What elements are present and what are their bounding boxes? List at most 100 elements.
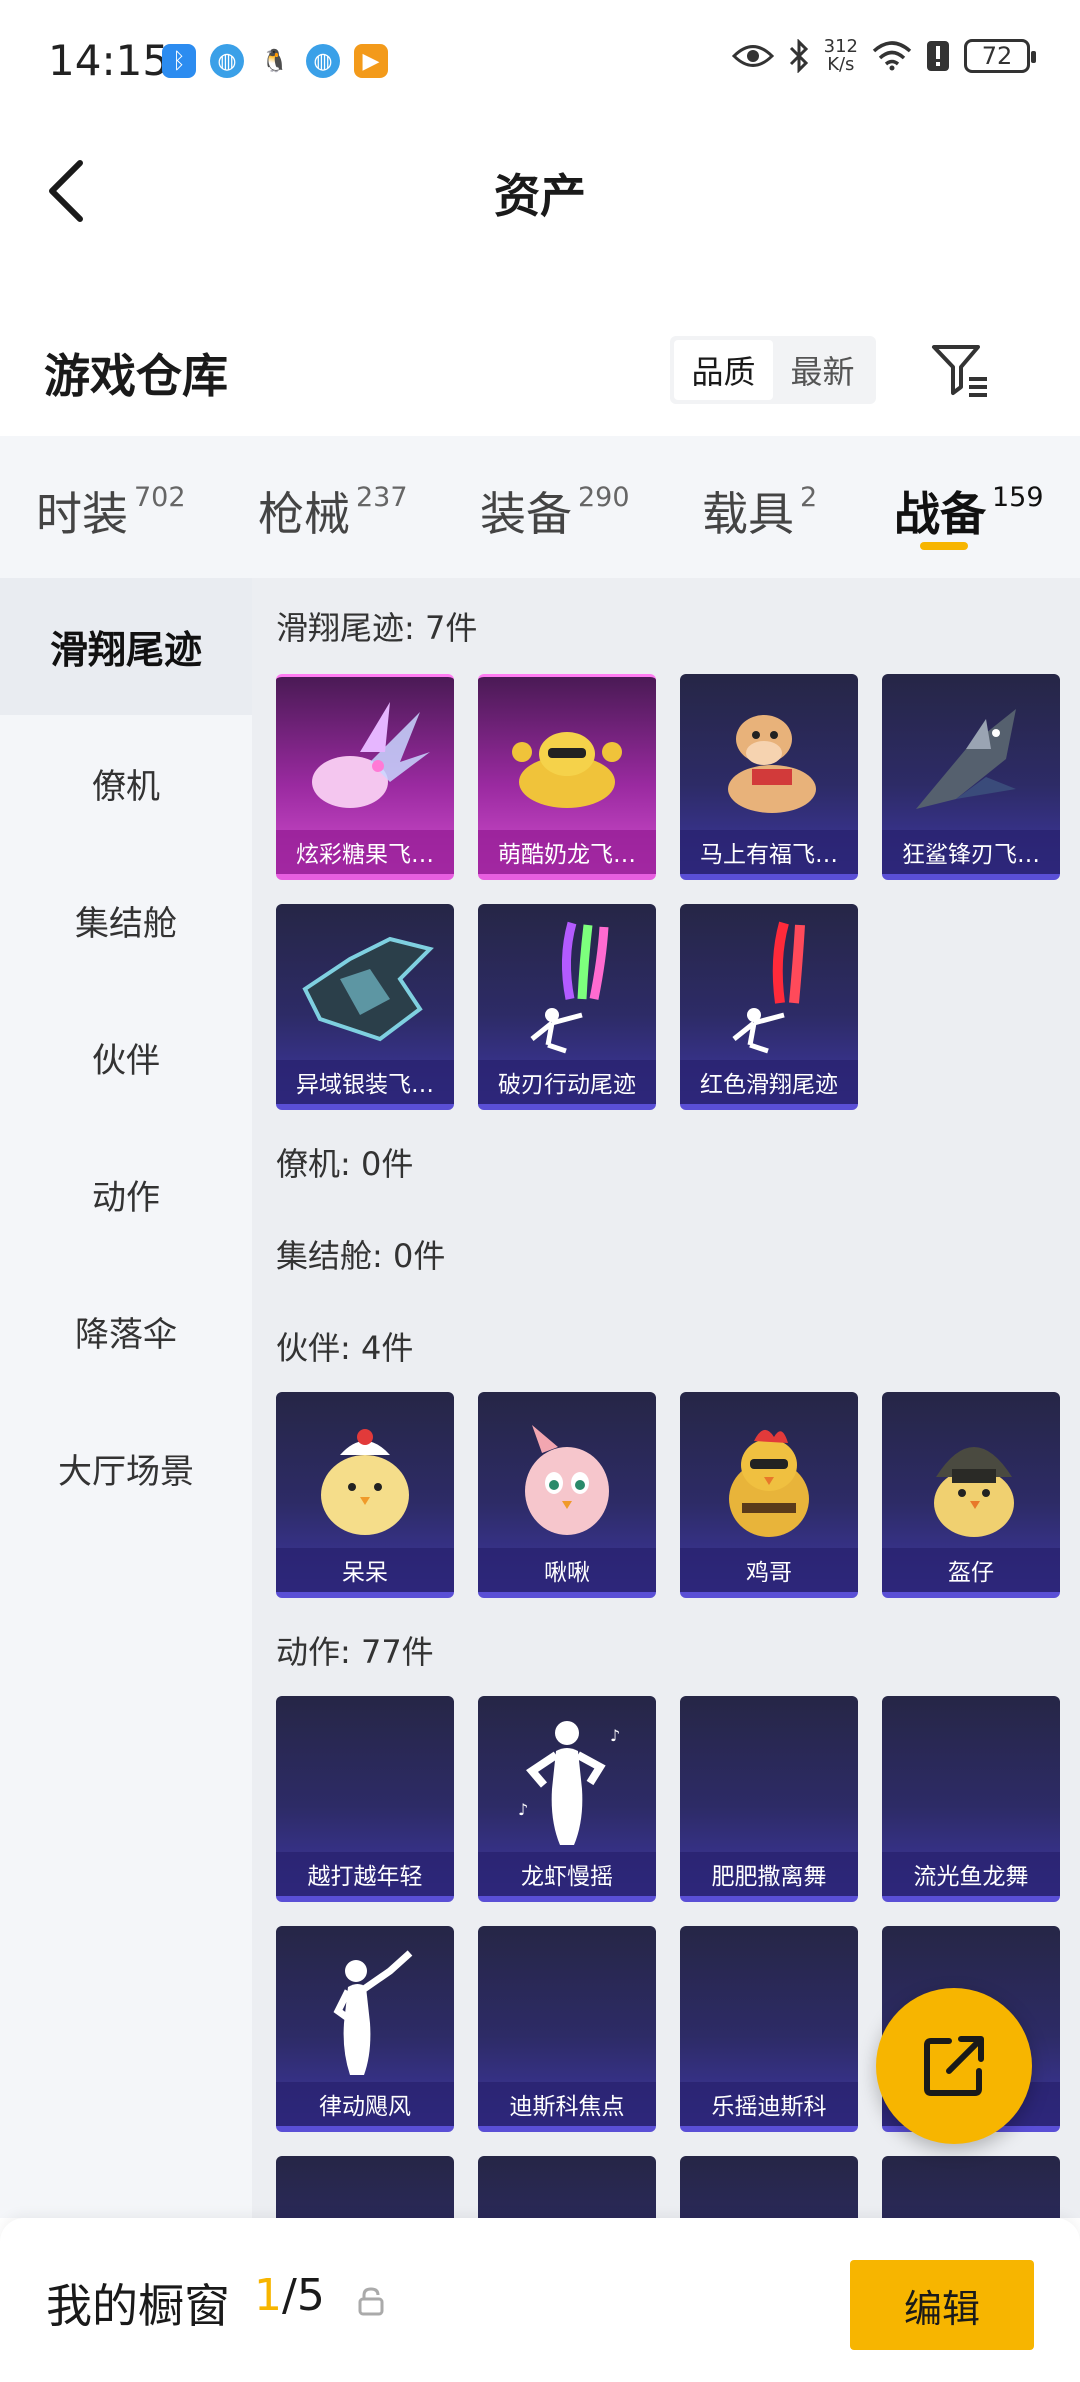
group-title: 滑翔尾迹: 7件 — [276, 609, 478, 647]
item-card[interactable]: 啾啾 — [478, 1392, 656, 1598]
emote-thumbnail — [680, 2166, 858, 2218]
tab-count: 290 — [578, 482, 630, 513]
showcase-title: 我的橱窗 — [46, 2279, 230, 2333]
tab-fashion[interactable]: 时装 702 — [36, 436, 258, 578]
sidebar-item-emote[interactable]: 动作 — [0, 1126, 252, 1263]
filter-button[interactable] — [926, 336, 996, 406]
tab-equipment[interactable]: 装备 290 — [480, 436, 702, 578]
item-card[interactable]: 呆呆 — [276, 1392, 454, 1598]
red-trail-icon — [680, 914, 858, 1064]
bluetooth-app-icon: ᛒ — [162, 44, 196, 78]
video-app-icon: ▶ — [354, 44, 388, 78]
item-card[interactable]: 红色滑翔尾迹 — [680, 904, 858, 1110]
emote-thumbnail — [882, 2166, 1060, 2218]
item-card[interactable] — [478, 2156, 656, 2218]
item-name: 呆呆 — [276, 1548, 454, 1592]
item-card[interactable] — [680, 2156, 858, 2218]
tab-label: 装备 — [480, 487, 572, 541]
tab-label: 战备 — [894, 487, 986, 541]
filter-icon — [932, 345, 987, 397]
item-name: 狂鲨锋刃飞… — [882, 830, 1060, 874]
item-card[interactable]: 流光鱼龙舞 — [882, 1696, 1060, 1902]
emote-thumbnail — [478, 2166, 656, 2218]
tab-count: 702 — [134, 482, 186, 513]
alert-icon — [927, 41, 949, 71]
item-card[interactable]: 鸡哥 — [680, 1392, 858, 1598]
edit-button[interactable]: 编辑 — [850, 2260, 1034, 2350]
active-tab-indicator — [920, 542, 968, 550]
item-name: 越打越年轻 — [276, 1852, 454, 1896]
emote-thumbnail — [276, 1706, 454, 1856]
external-link-icon — [924, 2036, 984, 2096]
browser-icon: ◍ — [306, 44, 340, 78]
category-sidebar: 滑翔尾迹 僚机 集结舱 伙伴 动作 降落伞 大厅场景 — [0, 578, 252, 2218]
item-card[interactable]: 律动飓风 — [276, 1926, 454, 2132]
item-card[interactable]: 萌酷奶龙飞… — [478, 674, 656, 880]
qq-penguin-icon: 🐧 — [258, 44, 292, 78]
item-card[interactable]: 马上有福飞… — [680, 674, 858, 880]
item-grid: 炫彩糖果飞… 萌酷奶龙飞… 马上有福飞… 狂鲨锋刃飞… 异域银装飞… 破刃行动尾… — [276, 674, 1080, 1110]
tab-label: 枪械 — [258, 487, 350, 541]
item-name: 流光鱼龙舞 — [882, 1852, 1060, 1896]
sort-newest-button[interactable]: 最新 — [773, 340, 872, 400]
tab-weapons[interactable]: 枪械 237 — [258, 436, 480, 578]
item-card[interactable]: 炫彩糖果飞… — [276, 674, 454, 880]
sidebar-item-glide-trail[interactable]: 滑翔尾迹 — [0, 578, 252, 715]
item-card[interactable]: 乐摇迪斯科 — [680, 1926, 858, 2132]
item-name: 肥肥撒离舞 — [680, 1852, 858, 1896]
sidebar-item-lobby-scene[interactable]: 大厅场景 — [0, 1400, 252, 1537]
item-name: 鸡哥 — [680, 1548, 858, 1592]
tab-label: 时装 — [36, 487, 128, 541]
share-fab-button[interactable] — [876, 1988, 1032, 2144]
item-card[interactable]: 盔仔 — [882, 1392, 1060, 1598]
svg-text:♪: ♪ — [610, 1726, 620, 1745]
sort-toggle: 品质 最新 — [670, 336, 876, 404]
battery-icon: 72 — [964, 39, 1036, 73]
sidebar-item-parachute[interactable]: 降落伞 — [0, 1263, 252, 1400]
item-card[interactable]: 肥肥撒离舞 — [680, 1696, 858, 1902]
item-card[interactable] — [882, 2156, 1060, 2218]
emote-thumbnail — [680, 1706, 858, 1856]
bird-companion-icon — [478, 1402, 656, 1552]
item-card[interactable]: 迪斯科焦点 — [478, 1926, 656, 2132]
emote-thumbnail — [276, 2166, 454, 2218]
wifi-icon — [872, 41, 912, 71]
tab-label: 载具 — [702, 487, 794, 541]
category-tabs: 时装 702 枪械 237 装备 290 载具 2 战备 159 — [0, 436, 1080, 578]
sidebar-item-companion[interactable]: 伙伴 — [0, 989, 252, 1126]
item-card[interactable]: 越打越年轻 — [276, 1696, 454, 1902]
blade-trail-icon — [478, 914, 656, 1064]
status-time: 14:15 — [48, 36, 170, 85]
showcase-bar: 我的橱窗 1/5 编辑 — [0, 2218, 1080, 2382]
item-name: 红色滑翔尾迹 — [680, 1060, 858, 1104]
emote-thumbnail — [882, 1706, 1060, 1856]
tab-battle-gear[interactable]: 战备 159 — [894, 436, 1054, 578]
dancer-emote-icon: ♪ ♪ — [478, 1706, 656, 1856]
item-card[interactable]: 破刃行动尾迹 — [478, 904, 656, 1110]
item-card[interactable]: 狂鲨锋刃飞… — [882, 674, 1060, 880]
sidebar-item-rally-pod[interactable]: 集结舱 — [0, 852, 252, 989]
item-name: 律动飓风 — [276, 2082, 454, 2126]
pointing-dancer-emote-icon — [276, 1936, 454, 2086]
emote-thumbnail — [680, 1936, 858, 2086]
silver-glider-icon — [276, 914, 454, 1064]
bluetooth-icon — [789, 39, 808, 73]
sort-quality-button[interactable]: 品质 — [674, 340, 773, 400]
item-card[interactable]: 异域银装飞… — [276, 904, 454, 1110]
status-bar: 14:15 ᛒ ◍ 🐧 ◍ ▶ 312 K/s 72 — [0, 0, 1080, 120]
item-card[interactable] — [276, 2156, 454, 2218]
tab-count: 237 — [356, 482, 408, 513]
emote-thumbnail — [478, 1936, 656, 2086]
group-title: 集结舱: 0件 — [276, 1237, 446, 1275]
group-title: 伙伴: 4件 — [276, 1329, 414, 1367]
dragon-glider-icon — [478, 687, 656, 837]
item-name: 盔仔 — [882, 1548, 1060, 1592]
net-speed: 312 K/s — [823, 36, 858, 75]
group-title: 僚机: 0件 — [276, 1145, 414, 1183]
showcase-count: 1/5 — [254, 2270, 325, 2321]
rooster-companion-icon — [680, 1402, 858, 1552]
item-card[interactable]: ♪ ♪ 龙虾慢摇 — [478, 1696, 656, 1902]
item-name: 萌酷奶龙飞… — [478, 830, 656, 874]
sidebar-item-wingman[interactable]: 僚机 — [0, 715, 252, 852]
tab-vehicles[interactable]: 载具 2 — [702, 436, 894, 578]
